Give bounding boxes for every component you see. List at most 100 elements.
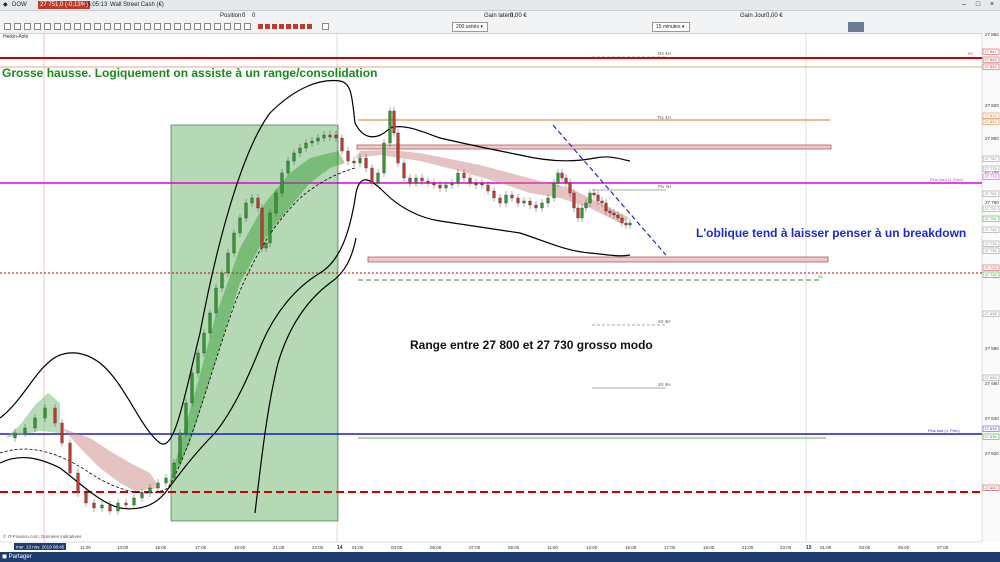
price-tag: 27 845 [985, 57, 998, 62]
bear-candle [576, 207, 580, 219]
title-bar: ◆ DOW 27 751,0 (-0,13%) 15:05:13 Wall St… [0, 0, 1000, 11]
color-swatch-red-2[interactable] [265, 24, 270, 29]
bear-candle [124, 502, 128, 506]
price-tag: 27 847 [985, 49, 998, 54]
horizontal-line-tool-icon[interactable] [104, 23, 111, 30]
bear-candle [76, 472, 80, 494]
magnet-tool-icon[interactable] [174, 23, 181, 30]
bull-candle [190, 372, 194, 404]
minimize-button[interactable]: – [958, 0, 970, 10]
bull-candle [310, 140, 314, 144]
fibonacci-tool-icon[interactable] [74, 23, 81, 30]
level-label-plus-haut: Plus haut (J. Préc) [930, 177, 964, 182]
price-tag: 27 752 [985, 206, 998, 211]
range-top-box[interactable] [356, 144, 832, 150]
time-axis-label: 05:00 [898, 545, 910, 550]
bull-candle [178, 432, 182, 464]
bull-candle [232, 232, 236, 254]
channel-tool-icon[interactable] [64, 23, 71, 30]
bull-candle [172, 462, 176, 479]
units-select[interactable]: 200 unités ▾ [452, 22, 488, 32]
bear-candle [572, 192, 576, 209]
bull-candle [244, 202, 248, 219]
bull-candle [238, 217, 242, 234]
bear-candle [408, 177, 412, 184]
maximize-button[interactable]: □ [972, 0, 984, 10]
market-label: Wall Street Cash (€) [110, 2, 164, 8]
trend-tool-icon[interactable] [54, 23, 61, 30]
vertical-line-tool-icon[interactable] [114, 23, 121, 30]
measure-tool-icon[interactable] [154, 23, 161, 30]
bear-candle [534, 204, 538, 209]
bull-candle [164, 477, 168, 484]
bear-candle [352, 160, 356, 164]
pencil-tool-icon[interactable] [94, 23, 101, 30]
price-tag: 27 730 [985, 248, 998, 253]
bull-candle [196, 352, 200, 374]
lock-tool-icon[interactable] [184, 23, 191, 30]
text-tool-icon[interactable] [144, 23, 151, 30]
zoom-tool-icon[interactable] [14, 23, 21, 30]
layout-button[interactable] [848, 22, 864, 32]
time-axis-label: 17:00 [664, 545, 676, 550]
bull-candle [552, 182, 556, 199]
bull-candle [316, 137, 320, 142]
bull-candle [580, 207, 584, 219]
color-swatch-red-8[interactable] [307, 24, 312, 29]
print-icon[interactable] [224, 23, 231, 30]
bear-candle [592, 192, 596, 196]
close-button[interactable]: × [986, 0, 998, 10]
bear-candle [498, 197, 502, 204]
crosshair-tool-icon[interactable] [24, 23, 31, 30]
delete-tool-icon[interactable] [194, 23, 201, 30]
bull-candle [588, 192, 592, 204]
settings-icon[interactable] [244, 23, 251, 30]
price-chart[interactable]: R2 4H R1 4H Piv 4H S2 4H S3 4H R1 S1 Plu… [0, 33, 1000, 552]
price-tag: 27 770 [985, 174, 998, 179]
price-tag: 27 720 [985, 272, 998, 277]
bull-candle [214, 287, 218, 314]
redo-icon[interactable] [214, 23, 221, 30]
time-axis-label: 13:00 [586, 545, 598, 550]
bull-candle [274, 192, 278, 214]
time-axis-label: 15:00 [155, 545, 167, 550]
bear-candle [492, 190, 496, 199]
bear-candle [53, 407, 57, 424]
arrow-right-icon[interactable] [322, 23, 329, 30]
bull-candle [450, 182, 454, 186]
ray-tool-icon[interactable] [44, 23, 51, 30]
share-button[interactable]: ◼ Partager [2, 553, 32, 561]
cursor-tool-icon[interactable] [4, 23, 11, 30]
time-axis-label: 15:00 [625, 545, 637, 550]
bull-candle [388, 110, 392, 144]
color-swatch-red-7[interactable] [300, 24, 305, 29]
undo-icon[interactable] [204, 23, 211, 30]
ellipse-tool-icon[interactable] [134, 23, 141, 30]
range-bottom-box[interactable] [367, 256, 829, 263]
status-bar: ◼ Partager [0, 552, 1000, 562]
level-label-piv-4h: Piv 4H [658, 184, 671, 189]
color-swatch-red-4[interactable] [279, 24, 284, 29]
bear-candle [480, 182, 484, 186]
bull-candle [23, 427, 27, 434]
rectangle-tool-icon[interactable] [124, 23, 131, 30]
time-axis-label: 17:00 [195, 545, 207, 550]
rally-zone [170, 124, 339, 522]
color-swatch-red-5[interactable] [286, 24, 291, 29]
time-axis-label: 01:00 [352, 545, 364, 550]
timeframe-select[interactable]: 15 minutes ▾ [652, 22, 690, 32]
bear-candle [616, 214, 620, 219]
price-tag: 27 840 [985, 64, 998, 69]
line-tool-icon[interactable] [34, 23, 41, 30]
color-swatch-red-3[interactable] [272, 24, 277, 29]
save-icon[interactable] [234, 23, 241, 30]
price-tag: 27 751 [985, 216, 998, 221]
color-swatch-red[interactable] [258, 24, 263, 29]
color-swatch-red-6[interactable] [293, 24, 298, 29]
bear-candle [516, 197, 520, 204]
clone-tool-icon[interactable] [164, 23, 171, 30]
arrow-tool-icon[interactable] [84, 23, 91, 30]
price-axis-label: 27 760 [985, 200, 999, 205]
bull-candle [226, 252, 230, 274]
bull-candle [132, 497, 136, 506]
